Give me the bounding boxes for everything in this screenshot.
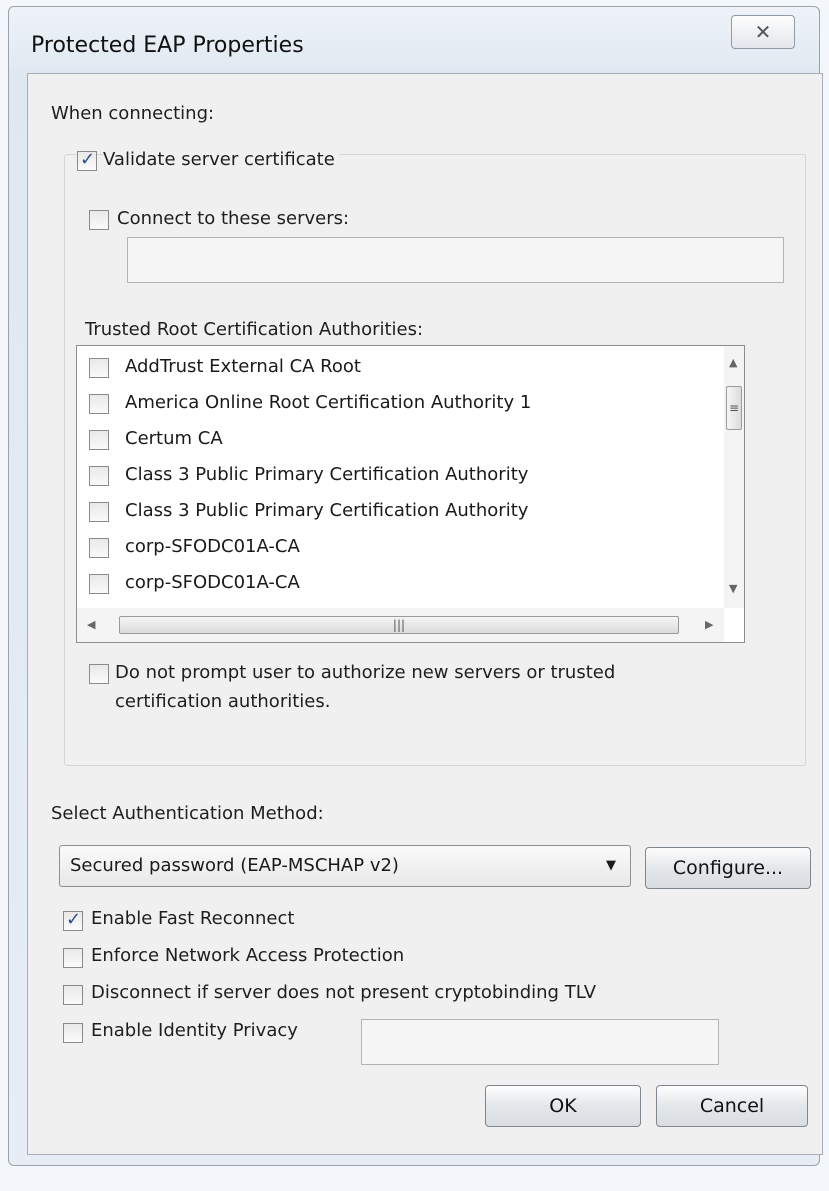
vertical-scroll-thumb[interactable]: ≡	[726, 386, 742, 430]
identity-privacy-input[interactable]	[361, 1019, 719, 1065]
nap-label: Enforce Network Access Protection	[91, 945, 405, 966]
scroll-right-arrow-icon[interactable]: ▶	[705, 618, 713, 631]
checkmark-icon: ✓	[66, 909, 82, 930]
list-item-label: corp-SFODC01A-CA	[125, 536, 300, 557]
list-item-label: Class 3 Public Primary Certification Aut…	[125, 464, 529, 485]
eap-properties-dialog: Protected EAP Properties ✕ When connecti…	[8, 6, 823, 1166]
servers-input[interactable]	[127, 237, 784, 283]
chevron-down-icon: ▼	[606, 858, 616, 873]
horizontal-scroll-thumb[interactable]: |||	[119, 616, 679, 634]
checkmark-icon: ✓	[80, 149, 96, 170]
configure-button[interactable]: Configure...	[645, 847, 811, 889]
list-item-label: AddTrust External CA Root	[125, 356, 361, 377]
no-prompt-checkbox[interactable]	[89, 664, 109, 684]
auth-method-label: Select Authentication Method:	[51, 803, 324, 824]
close-icon: ✕	[754, 20, 772, 44]
scroll-up-arrow-icon[interactable]: ▲	[729, 356, 737, 369]
scroll-left-arrow-icon[interactable]: ◀	[87, 618, 95, 631]
trusted-roots-list[interactable]: AddTrust External CA Root America Online…	[76, 345, 745, 643]
root-ca-checkbox[interactable]	[89, 538, 109, 558]
horizontal-scrollbar[interactable]: ◀ ||| ▶	[77, 608, 724, 642]
list-item-label: Certum CA	[125, 428, 223, 449]
fast-reconnect-checkbox[interactable]: ✓	[63, 909, 83, 931]
when-connecting-label: When connecting:	[51, 103, 215, 124]
identity-privacy-checkbox[interactable]	[63, 1023, 83, 1043]
close-button[interactable]: ✕	[731, 15, 795, 49]
no-prompt-label-line1: Do not prompt user to authorize new serv…	[115, 662, 616, 683]
root-ca-checkbox[interactable]	[89, 466, 109, 486]
root-ca-checkbox[interactable]	[89, 430, 109, 450]
scroll-down-arrow-icon[interactable]: ▼	[729, 582, 737, 595]
vertical-scrollbar[interactable]: ▲ ≡ ▼	[724, 346, 744, 608]
connect-servers-checkbox[interactable]	[89, 210, 109, 230]
auth-method-select[interactable]: Secured password (EAP-MSCHAP v2) ▼	[59, 845, 631, 887]
list-item-label: Class 3 Public Primary Certification Aut…	[125, 500, 529, 521]
root-ca-checkbox[interactable]	[89, 574, 109, 594]
auth-method-value: Secured password (EAP-MSCHAP v2)	[70, 855, 399, 876]
fast-reconnect-label: Enable Fast Reconnect	[91, 908, 295, 929]
validate-cert-label: Validate server certificate	[103, 149, 339, 170]
trusted-roots-label: Trusted Root Certification Authorities:	[85, 319, 424, 340]
identity-privacy-label: Enable Identity Privacy	[91, 1020, 298, 1041]
root-ca-checkbox[interactable]	[89, 394, 109, 414]
root-ca-checkbox[interactable]	[89, 502, 109, 522]
nap-checkbox[interactable]	[63, 948, 83, 968]
connect-servers-label: Connect to these servers:	[117, 208, 350, 229]
cryptobinding-checkbox[interactable]	[63, 985, 83, 1005]
cancel-button[interactable]: Cancel	[656, 1085, 808, 1127]
list-item-label: America Online Root Certification Author…	[125, 392, 532, 413]
window-title: Protected EAP Properties	[31, 33, 304, 58]
ok-button[interactable]: OK	[485, 1085, 641, 1127]
no-prompt-label-line2: certification authorities.	[115, 691, 331, 712]
root-ca-checkbox[interactable]	[89, 358, 109, 378]
list-item-label: corp-SFODC01A-CA	[125, 572, 300, 593]
cryptobinding-label: Disconnect if server does not present cr…	[91, 982, 597, 1003]
validate-cert-checkbox[interactable]: ✓	[77, 149, 97, 171]
